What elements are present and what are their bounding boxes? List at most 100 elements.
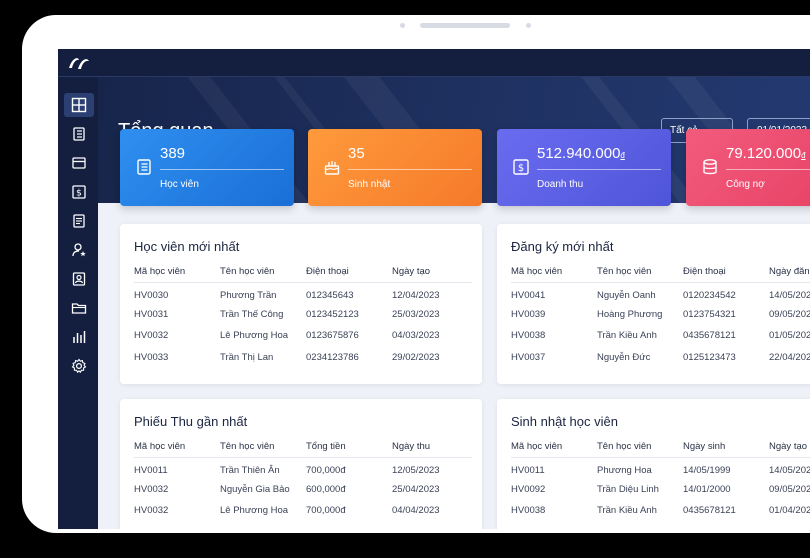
cell-name: Trần Thế Công bbox=[220, 308, 284, 320]
cell-date: 22/04/2023 bbox=[769, 351, 810, 363]
svg-text:$: $ bbox=[518, 163, 524, 174]
app-logo-icon[interactable] bbox=[66, 54, 92, 72]
cell-id: HV0031 bbox=[134, 308, 169, 320]
cell-id: HV0032 bbox=[134, 505, 169, 517]
cell-name: Trần Kiều Anh bbox=[597, 505, 657, 517]
bar-chart-icon bbox=[73, 331, 86, 343]
receipts-table: Mã học viên Tên học viên Tổng tiền Ngày … bbox=[134, 437, 472, 522]
sensor-dot bbox=[526, 23, 531, 28]
cell-id: HV0038 bbox=[511, 330, 546, 342]
cell-date: 04/03/2023 bbox=[392, 330, 440, 342]
cell-name: Lê Phương Hoa bbox=[220, 330, 289, 342]
table-row[interactable]: HV0011 Trần Thiên Ân 700,000đ 12/05/2023 bbox=[134, 457, 472, 479]
cell-date: 25/04/2023 bbox=[392, 483, 440, 495]
cell-id: HV0033 bbox=[134, 351, 169, 363]
sidebar-item-contacts[interactable] bbox=[64, 267, 94, 291]
panel-title: Học viên mới nhất bbox=[134, 239, 240, 254]
column-header[interactable]: Ngày đăng ký bbox=[769, 262, 810, 283]
panel-title: Sinh nhật học viên bbox=[511, 414, 618, 429]
column-header[interactable]: Ngày tạo bbox=[392, 262, 472, 283]
camera-dot bbox=[400, 23, 405, 28]
sidebar-item-wallet[interactable] bbox=[64, 151, 94, 175]
cell-phone: 0234123786 bbox=[306, 351, 359, 363]
sidebar-item-teachers[interactable] bbox=[64, 238, 94, 262]
column-header[interactable]: Tên học viên bbox=[597, 262, 683, 283]
panel-title: Đăng ký mới nhất bbox=[511, 239, 614, 254]
cell-id: HV0092 bbox=[511, 483, 546, 495]
column-header[interactable]: Điện thoại bbox=[683, 262, 769, 283]
sidebar-item-revenue[interactable]: $ bbox=[64, 180, 94, 204]
table-row[interactable]: HV0030 Phương Trần 012345643 12/04/2023 bbox=[134, 282, 472, 304]
cell-date: 14/05/2023 bbox=[769, 289, 810, 301]
sidebar-item-folders[interactable] bbox=[64, 296, 94, 320]
sidebar-item-students[interactable] bbox=[64, 122, 94, 146]
cell-date: 29/02/2023 bbox=[392, 351, 440, 363]
sidebar-item-reports[interactable] bbox=[64, 325, 94, 349]
table-row[interactable]: HV0032 Lê Phương Hoa 700,000đ 04/04/2023 bbox=[134, 500, 472, 522]
column-header[interactable]: Mã học viên bbox=[134, 437, 220, 458]
column-header[interactable]: Điện thoại bbox=[306, 262, 392, 283]
stat-card-revenue[interactable]: $ 512.940.000đ Doanh thu bbox=[497, 129, 671, 206]
speaker-notch bbox=[420, 23, 510, 28]
table-row[interactable]: HV0032 Nguyễn Gia Bảo 600,000đ 25/04/202… bbox=[134, 479, 472, 501]
cell-phone: 0435678121 bbox=[683, 330, 736, 342]
table-row[interactable]: HV0092 Trần Diệu Linh 14/01/2000 09/05/2… bbox=[511, 479, 810, 501]
table-row[interactable]: HV0038 Trần Kiều Anh 0435678121 01/05/20… bbox=[511, 325, 810, 347]
stat-card-students[interactable]: 389 Học viên bbox=[120, 129, 294, 206]
panel-newest-students: Học viên mới nhất Mã học viên Tên học vi… bbox=[120, 224, 482, 384]
cell-name: Trần Thị Lan bbox=[220, 351, 274, 363]
stat-value: 512.940.000đ bbox=[537, 145, 625, 162]
stat-card-birthdays[interactable]: 35 Sinh nhật bbox=[308, 129, 482, 206]
cell-date: 12/05/2023 bbox=[392, 464, 440, 476]
cell-birthdate: 14/05/1999 bbox=[683, 464, 731, 476]
panel-recent-receipts: Phiếu Thu gần nhất Mã học viên Tên học v… bbox=[120, 399, 482, 529]
cell-phone: 0125123473 bbox=[683, 351, 736, 363]
cell-name: Nguyễn Gia Bảo bbox=[220, 483, 290, 495]
dashboard-icon bbox=[71, 97, 87, 113]
table-row[interactable]: HV0033 Trần Thị Lan 0234123786 29/02/202… bbox=[134, 347, 472, 369]
sidebar-item-settings[interactable] bbox=[64, 354, 94, 378]
table-row[interactable]: HV0039 Hoàng Phương 0123754321 09/05/202… bbox=[511, 304, 810, 326]
table-header: Mã học viên Tên học viên Tổng tiền Ngày … bbox=[134, 437, 472, 458]
table-header: Mã học viên Tên học viên Ngày sinh Ngày … bbox=[511, 437, 810, 458]
table-row[interactable]: HV0011 Phương Hoa 14/05/1999 14/05/2023 bbox=[511, 457, 810, 479]
column-header[interactable]: Ngày sinh bbox=[683, 437, 769, 458]
cell-date: 01/04/2023 bbox=[769, 505, 810, 517]
svg-text:$: $ bbox=[76, 189, 82, 199]
column-header[interactable]: Tổng tiền bbox=[306, 437, 392, 458]
table-row[interactable]: HV0032 Lê Phương Hoa 0123675876 04/03/20… bbox=[134, 325, 472, 347]
student-card-icon bbox=[137, 159, 151, 175]
cell-name: Nguyễn Đức bbox=[597, 351, 651, 363]
column-header[interactable]: Ngày tạo bbox=[769, 437, 810, 458]
column-header[interactable]: Ngày thu bbox=[392, 437, 472, 458]
cell-id: HV0041 bbox=[511, 289, 546, 301]
sidebar: $ bbox=[58, 77, 98, 529]
column-header[interactable]: Tên học viên bbox=[220, 262, 306, 283]
column-header[interactable]: Mã học viên bbox=[511, 437, 597, 458]
column-header[interactable]: Mã học viên bbox=[134, 262, 220, 283]
stat-divider bbox=[537, 169, 661, 170]
column-header[interactable]: Tên học viên bbox=[597, 437, 683, 458]
cell-id: HV0032 bbox=[134, 330, 169, 342]
panel-newest-registrations: Đăng ký mới nhất Mã học viên Tên học viê… bbox=[497, 224, 810, 384]
dollar-icon: $ bbox=[513, 159, 529, 175]
stat-card-debt[interactable]: 79.120.000đ Công nợ bbox=[686, 129, 810, 206]
cell-name: Phương Trần bbox=[220, 289, 277, 301]
contact-icon bbox=[72, 272, 86, 286]
stat-value: 389 bbox=[160, 145, 186, 162]
stat-value: 79.120.000đ bbox=[726, 145, 806, 162]
column-header[interactable]: Tên học viên bbox=[220, 437, 306, 458]
stat-label: Công nợ bbox=[726, 179, 765, 190]
table-row[interactable]: HV0031 Trần Thế Công 0123452123 25/03/20… bbox=[134, 304, 472, 326]
column-header[interactable]: Mã học viên bbox=[511, 262, 597, 283]
cell-amount: 600,000đ bbox=[306, 483, 346, 495]
table-row[interactable]: HV0037 Nguyễn Đức 0125123473 22/04/2023 bbox=[511, 347, 810, 369]
table-row[interactable]: HV0041 Nguyễn Oanh 0120234542 14/05/2023 bbox=[511, 282, 810, 304]
table-row[interactable]: HV0038 Trần Kiều Anh 0435678121 01/04/20… bbox=[511, 500, 810, 522]
sidebar-item-documents[interactable] bbox=[64, 209, 94, 233]
stat-divider bbox=[726, 169, 810, 170]
stat-label: Doanh thu bbox=[537, 179, 584, 190]
app-screen: $ Tất cả 389 Học viên 35 Sinh nhật $ 512… bbox=[58, 49, 810, 529]
sidebar-item-dashboard[interactable] bbox=[64, 93, 94, 117]
cell-id: HV0038 bbox=[511, 505, 546, 517]
